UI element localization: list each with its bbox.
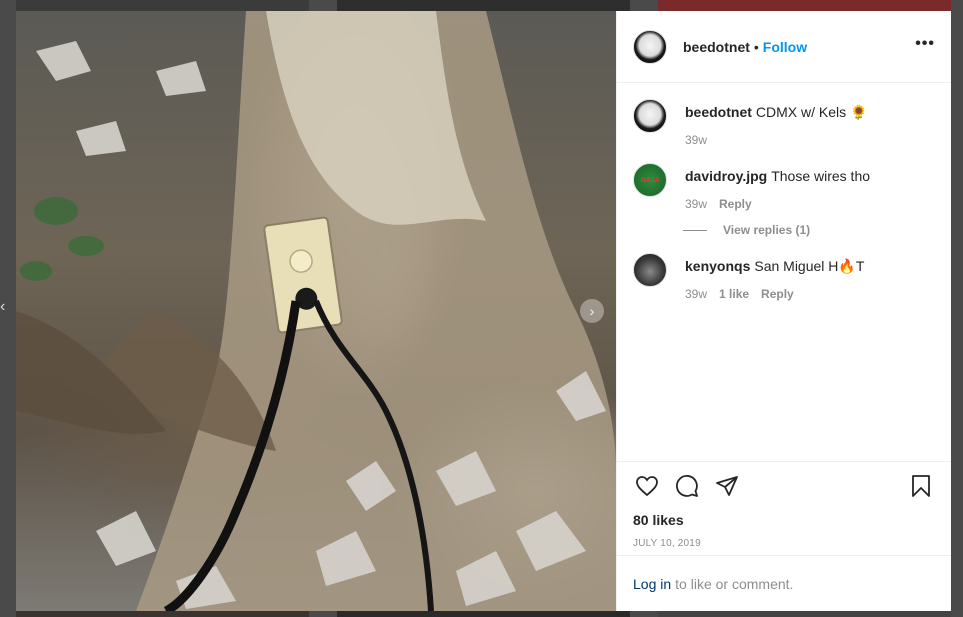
login-text: to like or comment. bbox=[675, 575, 794, 592]
login-link[interactable]: Log in bbox=[633, 576, 671, 592]
list-item: beedotnet CDMX w/ Kels 🌻 39w bbox=[633, 99, 935, 147]
chevron-right-icon: › bbox=[589, 303, 595, 319]
comment-username[interactable]: davidroy.jpg bbox=[685, 168, 767, 184]
view-replies-button[interactable]: View replies (1) bbox=[683, 223, 935, 237]
more-options-icon[interactable]: ••• bbox=[915, 35, 935, 53]
share-icon[interactable] bbox=[713, 472, 741, 500]
likes-count[interactable]: 80 likes bbox=[633, 512, 935, 528]
nasa-logo: NASA bbox=[640, 176, 660, 184]
comment-text: San Miguel H🔥T bbox=[754, 258, 865, 274]
comment-time[interactable]: 39w bbox=[685, 197, 707, 211]
comment-time[interactable]: 39w bbox=[685, 287, 707, 301]
separator-dot: • bbox=[753, 38, 759, 55]
post-photo[interactable]: › bbox=[16, 11, 616, 611]
comment-username[interactable]: kenyonqs bbox=[685, 258, 750, 274]
divider bbox=[683, 229, 707, 231]
prev-arrow[interactable]: ‹ bbox=[0, 298, 5, 316]
post-actions: 80 likes JULY 10, 2019 bbox=[617, 461, 951, 555]
avatar[interactable]: NASA bbox=[633, 163, 667, 197]
comment-time[interactable]: 39w bbox=[685, 133, 707, 147]
next-photo-button[interactable]: › bbox=[580, 299, 604, 323]
background-tile-top-left bbox=[16, 0, 309, 11]
comment-likes[interactable]: 1 like bbox=[719, 287, 749, 301]
post-date[interactable]: JULY 10, 2019 bbox=[633, 538, 935, 549]
post-sidebar: beedotnet • Follow ••• beedotnet CDMX w/ … bbox=[616, 11, 951, 611]
list-item: kenyonqs San Miguel H🔥T 39w 1 like Reply bbox=[633, 253, 935, 301]
avatar[interactable] bbox=[633, 29, 667, 64]
post-username[interactable]: beedotnet bbox=[683, 39, 750, 55]
login-bar: Log in to like or comment. bbox=[617, 555, 951, 611]
post-header: beedotnet • Follow ••• bbox=[617, 11, 951, 83]
view-replies-label: View replies (1) bbox=[723, 223, 811, 237]
background-tile-bottom-left bbox=[16, 611, 309, 617]
bookmark-icon[interactable] bbox=[907, 472, 935, 500]
reply-button[interactable]: Reply bbox=[761, 287, 794, 301]
background-tile-top-right bbox=[658, 0, 951, 11]
heart-icon[interactable] bbox=[633, 472, 661, 500]
avatar[interactable] bbox=[633, 253, 667, 287]
background-tile-bottom-middle bbox=[337, 611, 630, 617]
comments-list: beedotnet CDMX w/ Kels 🌻 39w NASA davidro… bbox=[617, 83, 951, 461]
background-tile-top-middle bbox=[337, 0, 630, 11]
photo-illustration bbox=[16, 11, 616, 611]
follow-button[interactable]: Follow bbox=[763, 39, 807, 55]
comment-text: CDMX w/ Kels 🌻 bbox=[755, 104, 868, 120]
avatar[interactable] bbox=[633, 99, 667, 133]
comment-text: Those wires tho bbox=[771, 168, 871, 184]
post-modal: › beedotnet • Follow ••• beedotnet CDMX w… bbox=[16, 11, 951, 611]
comment-username[interactable]: beedotnet bbox=[685, 104, 752, 120]
reply-button[interactable]: Reply bbox=[719, 197, 752, 211]
list-item: NASA davidroy.jpg Those wires tho 39w Repl… bbox=[633, 163, 935, 211]
background-tile-bottom-right bbox=[658, 611, 951, 617]
comment-icon[interactable] bbox=[673, 472, 701, 500]
